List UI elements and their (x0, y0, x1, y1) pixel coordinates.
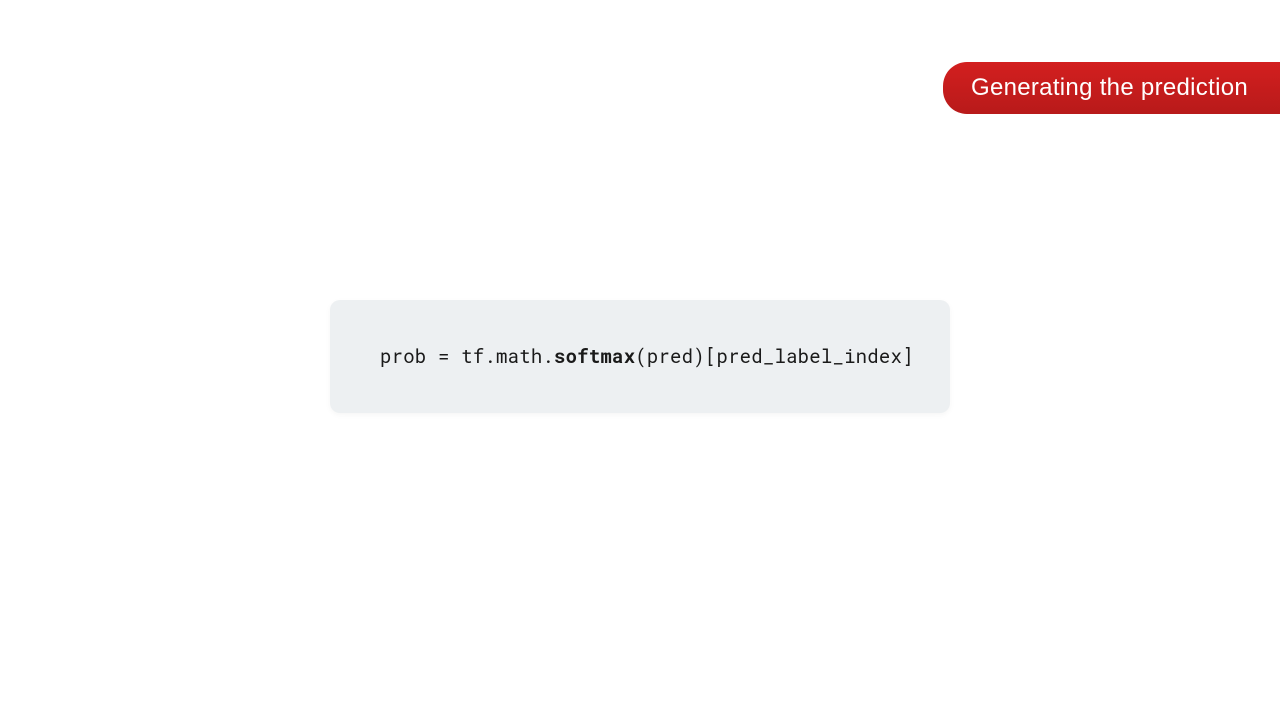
code-part-1: prob = tf.math. (380, 344, 554, 369)
title-banner: Generating the prediction (943, 62, 1280, 114)
code-line: prob = tf.math.softmax(pred)[pred_label_… (380, 344, 900, 369)
banner-text: Generating the prediction (971, 74, 1248, 101)
code-part-2: (pred)[pred_label_index] (635, 344, 913, 369)
code-bold-part: softmax (554, 344, 635, 369)
code-snippet-box: prob = tf.math.softmax(pred)[pred_label_… (330, 300, 950, 413)
